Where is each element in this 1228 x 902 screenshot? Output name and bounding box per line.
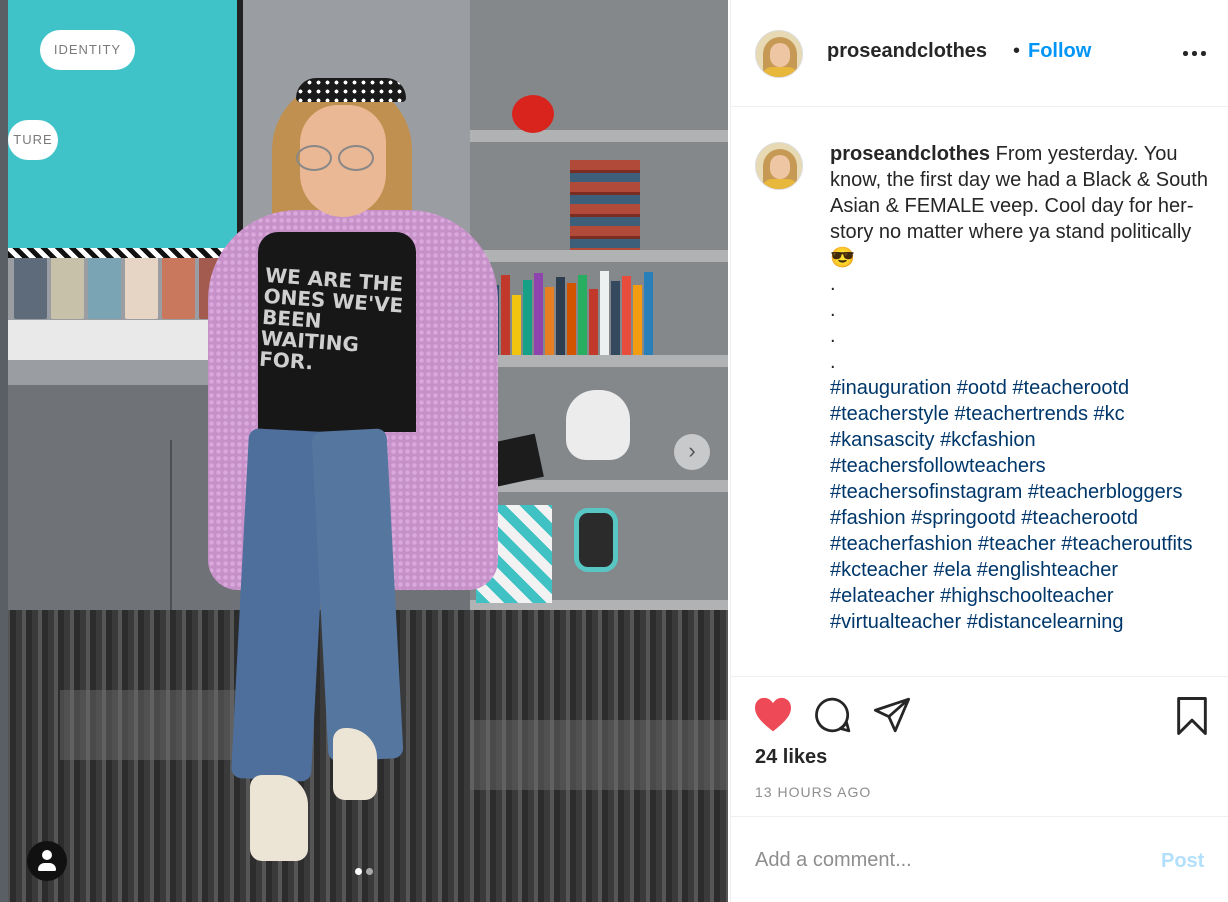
photo-cloud-identity: IDENTITY [40, 30, 135, 70]
post-photo[interactable]: IDENTITY TURE WE ARE THE ONES WE'VE BEEN… [0, 0, 728, 902]
photo-book-display [8, 250, 238, 325]
comment-input[interactable] [755, 845, 1135, 875]
user-tag-icon[interactable] [27, 841, 67, 881]
add-comment-bar: Post [731, 816, 1228, 902]
photo-glasses [296, 145, 332, 171]
photo-shelf [470, 250, 728, 262]
hashtag-link[interactable]: #elateacher [830, 585, 935, 607]
photo-shelf [470, 355, 728, 367]
hashtag-link[interactable]: #teacherootd [1021, 507, 1138, 529]
bookmark-icon[interactable] [1175, 696, 1209, 741]
hashtag-link[interactable]: #ela [933, 559, 971, 581]
hashtag-link[interactable]: #kcfashion [940, 429, 1036, 451]
photo-shelf-stack [570, 160, 640, 250]
photo-board-trim [8, 248, 243, 258]
hashtag-link[interactable]: #kcteacher [830, 559, 928, 581]
photo-glasses [338, 145, 374, 171]
photo-shirt-text: WE ARE THE ONES WE'VE BEEN WAITING FOR. [258, 262, 404, 375]
photo-counter [0, 320, 240, 360]
caption-dots: .... [830, 271, 1215, 375]
carousel-indicator [355, 868, 373, 875]
caption-dot-line: . [830, 299, 836, 321]
hashtag-link[interactable]: #virtualteacher [830, 611, 961, 633]
caption-avatar[interactable] [755, 142, 803, 190]
hashtag-link[interactable]: #springootd [911, 507, 1016, 529]
post-side-panel: proseandclothes • Follow proseandclothes… [730, 0, 1228, 902]
hashtag-link[interactable]: #teacher [978, 533, 1056, 555]
photo-person-headband [296, 78, 406, 102]
follow-button[interactable]: Follow [1028, 40, 1091, 63]
carousel-dot [366, 868, 373, 875]
hashtag-link[interactable]: #highschoolteacher [940, 585, 1113, 607]
comments-section[interactable]: proseandclothes From yesterday. You know… [731, 108, 1228, 676]
avatar[interactable] [755, 30, 803, 78]
photo-shoe [333, 728, 377, 800]
post-caption: proseandclothes From yesterday. You know… [830, 141, 1215, 635]
photo-shelf-books [490, 270, 653, 355]
hashtag-link[interactable]: #englishteacher [977, 559, 1118, 581]
photo-owl [566, 390, 630, 460]
photo-shelf [470, 130, 728, 142]
photo-floor-band [470, 720, 728, 790]
more-options-icon[interactable] [1183, 40, 1209, 66]
hashtag-link[interactable]: #teachersofinstagram [830, 481, 1022, 503]
post-header: proseandclothes • Follow [731, 0, 1228, 107]
hashtag-link[interactable]: #teacheroutfits [1061, 533, 1192, 555]
like-count[interactable]: 24 likes [755, 746, 827, 769]
photo-apple [512, 95, 554, 133]
post-comment-button[interactable]: Post [1161, 850, 1204, 873]
photo-cloud-2: TURE [8, 120, 58, 160]
carousel-dot-active [355, 868, 362, 875]
hashtag-link[interactable]: #ootd [957, 377, 1007, 399]
caption-dot-line: . [830, 273, 836, 295]
hashtag-link[interactable]: #teachersfollowteachers [830, 455, 1046, 477]
paper-plane-icon[interactable] [873, 696, 911, 739]
hashtag-link[interactable]: #distancelearning [967, 611, 1124, 633]
hashtag-link[interactable]: #teacherbloggers [1028, 481, 1183, 503]
photo-frame [574, 508, 618, 572]
photo-edge [0, 0, 8, 902]
post-timestamp[interactable]: 13 HOURS AGO [755, 784, 871, 800]
hashtag-link[interactable]: #inauguration [830, 377, 951, 399]
hashtag-link[interactable]: #teacherfashion [830, 533, 972, 555]
post-actions: 24 likes 13 HOURS AGO [731, 676, 1228, 816]
hashtag-link[interactable]: #fashion [830, 507, 906, 529]
hashtag-link[interactable]: #kansascity [830, 429, 935, 451]
chevron-right-icon: › [688, 438, 696, 463]
carousel-next-button[interactable]: › [674, 434, 710, 470]
hashtag-link[interactable]: #teacherstyle [830, 403, 949, 425]
photo-shoe [250, 775, 308, 861]
comment-icon[interactable] [814, 696, 852, 739]
header-separator: • [1013, 40, 1021, 62]
caption-username[interactable]: proseandclothes [830, 143, 990, 165]
caption-hashtags: #inauguration #ootd #teacherootd #teache… [830, 375, 1215, 635]
hashtag-link[interactable]: #teachertrends [955, 403, 1088, 425]
hashtag-link[interactable]: #kc [1094, 403, 1125, 425]
header-username[interactable]: proseandclothes [827, 40, 987, 63]
heart-filled-icon[interactable] [753, 697, 793, 738]
hashtag-link[interactable]: #teacherootd [1012, 377, 1129, 399]
caption-dot-line: . [830, 351, 836, 373]
caption-dot-line: . [830, 325, 836, 347]
